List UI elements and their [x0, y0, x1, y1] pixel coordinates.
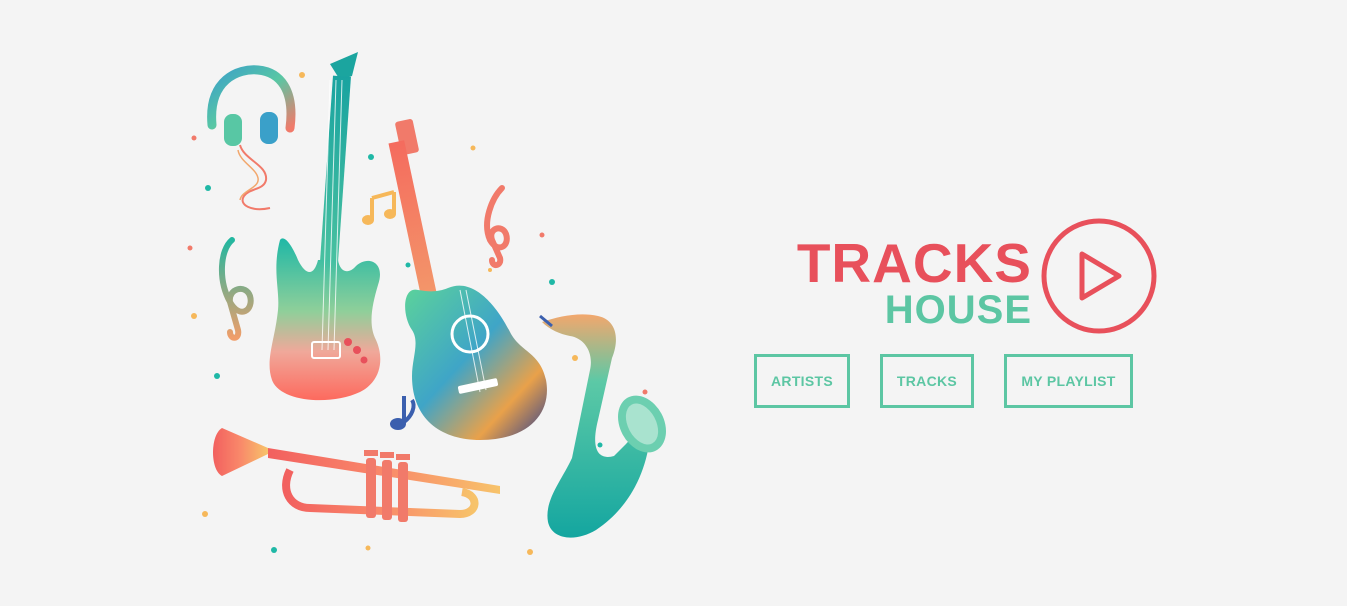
trumpet-icon [213, 428, 500, 522]
treble-clef-icon [484, 185, 510, 268]
acoustic-guitar-icon [388, 119, 547, 440]
saxophone-icon [539, 314, 666, 538]
main-nav: ARTISTS TRACKS MY PLAYLIST [754, 354, 1133, 408]
headphones-icon [207, 65, 296, 211]
brand-subtitle: HOUSE [884, 288, 1032, 332]
hero-illustration [187, 52, 666, 555]
play-circle-icon [1041, 218, 1157, 334]
my-playlist-button[interactable]: MY PLAYLIST [1004, 354, 1133, 408]
tracks-button[interactable]: TRACKS [880, 354, 974, 408]
landing-page: TRACKS HOUSE ARTISTS TRACKS MY PLAYLIST [0, 0, 1347, 606]
brand-title: TRACKS [796, 232, 1032, 294]
music-note-icon [390, 396, 416, 430]
artists-button[interactable]: ARTISTS [754, 354, 850, 408]
music-note-icon [362, 190, 396, 225]
brand-logo[interactable]: TRACKS HOUSE [780, 214, 1160, 339]
treble-clef-icon [218, 237, 254, 341]
